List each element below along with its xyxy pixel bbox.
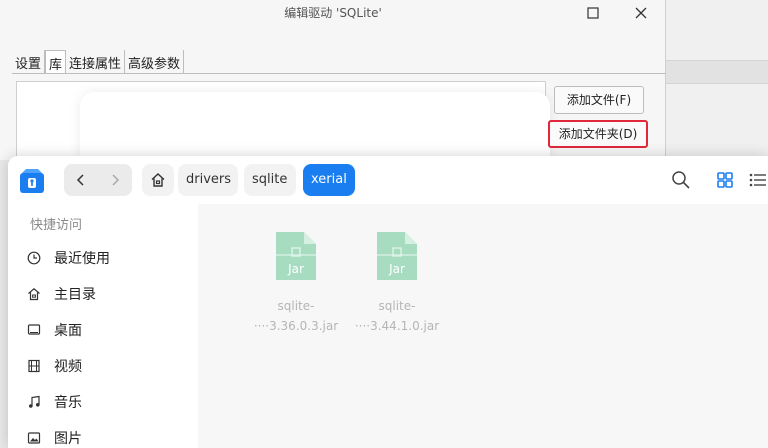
dialog-title: 编辑驱动 'SQLite' [284,6,382,20]
sidebar-item-recent[interactable]: 最近使用 [26,244,196,272]
close-button[interactable] [630,3,652,23]
breadcrumb-xerial[interactable]: xerial [303,164,355,196]
driver-editor-dialog: 编辑驱动 'SQLite' 设置 库 连接属性 高级参数 添加文件(F) 添加文… [0,0,666,172]
picture-icon [26,430,42,446]
sidebar-item-label: 最近使用 [54,251,110,267]
background-window [666,0,768,160]
sidebar-item-videos[interactable]: 视频 [26,352,196,380]
list-view-icon[interactable] [746,169,768,191]
tab-divider [12,73,666,74]
dialog-tabs: 设置 库 连接属性 高级参数 [12,50,185,74]
file-chooser-toolbar: drivers sqlite xerial [8,156,768,204]
file-item[interactable]: Jar sqlite- ····3.36.0.3.jar [250,230,342,336]
video-icon [26,358,42,374]
add-file-button[interactable]: 添加文件(F) [554,86,644,114]
sidebar-item-label: 视频 [54,359,82,375]
file-manager-app-icon [20,169,44,193]
sidebar-item-home[interactable]: 主目录 [26,280,196,308]
minimize-button[interactable] [582,3,604,23]
minimize-icon [587,7,599,19]
breadcrumb-home[interactable] [142,164,174,196]
chevron-left-icon [76,174,84,186]
breadcrumb-drivers[interactable]: drivers [178,164,238,196]
close-icon [635,7,647,19]
file-type-label: Jar [287,262,304,276]
sidebar: 快捷访问 最近使用 主目录 桌面 视频 音乐 图片 [8,204,198,448]
tab-advanced-parameters[interactable]: 高级参数 [125,50,185,74]
home-icon [151,173,165,187]
file-type-label: Jar [388,262,405,276]
file-name: sqlite- ····3.36.0.3.jar [253,299,339,333]
icon-view-icon[interactable] [714,169,736,191]
sidebar-item-label: 主目录 [54,287,96,303]
tab-connection-properties[interactable]: 连接属性 [66,50,126,74]
file-chooser-window: drivers sqlite xerial 快捷访问 最近使用 主目录 桌面 视… [8,156,768,448]
tab-settings[interactable]: 设置 [12,50,46,74]
jar-file-icon: Jar [276,232,316,280]
breadcrumb-sqlite[interactable]: sqlite [244,164,296,196]
sidebar-item-label: 桌面 [54,323,82,339]
tab-libraries[interactable]: 库 [45,50,67,74]
sidebar-item-music[interactable]: 音乐 [26,388,196,416]
back-button[interactable] [64,164,98,196]
chevron-right-icon [112,174,120,186]
sidebar-item-pictures[interactable]: 图片 [26,424,196,448]
sidebar-item-label: 图片 [54,431,82,447]
music-icon [26,394,42,410]
sidebar-item-desktop[interactable]: 桌面 [26,316,196,344]
desktop-icon [26,322,42,338]
navigation-buttons [64,164,132,196]
forward-button[interactable] [98,164,132,196]
sidebar-heading: 快捷访问 [30,218,83,233]
clock-icon [26,250,42,266]
file-name: sqlite- ····3.44.1.0.jar [354,299,440,333]
sidebar-item-label: 音乐 [54,395,82,411]
search-icon[interactable] [670,169,692,191]
add-folder-button[interactable]: 添加文件夹(D) [548,120,648,148]
home-icon [26,286,42,302]
jar-file-icon: Jar [377,232,417,280]
file-item[interactable]: Jar sqlite- ····3.44.1.0.jar [351,230,443,336]
file-list-area: Jar sqlite- ····3.36.0.3.jar Jar sqlite-… [198,204,768,448]
